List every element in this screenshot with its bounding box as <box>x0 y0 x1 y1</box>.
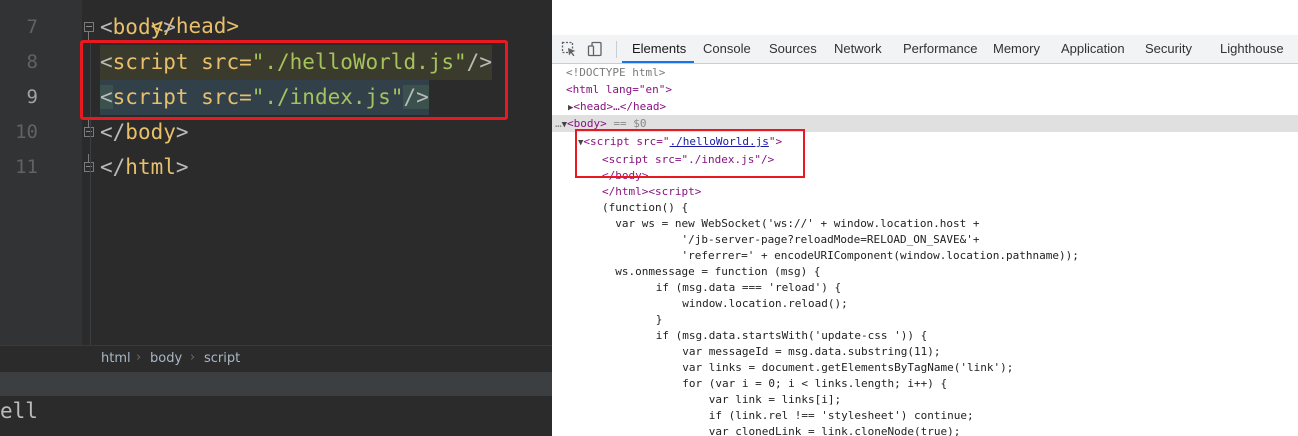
line-number-gutter: 7 8 9 10 11 <box>0 0 82 345</box>
annotation-highlight-box <box>80 40 508 120</box>
script-text-line: var links = document.getElementsByTagNam… <box>616 361 1014 374</box>
tab-network[interactable]: Network <box>834 41 882 56</box>
expand-triangle-icon[interactable]: ▶ <box>552 103 573 113</box>
active-tab-indicator <box>622 61 694 63</box>
script-text-line: if (msg.data.startsWith('update-css ')) … <box>616 329 928 342</box>
tab-console[interactable]: Console <box>703 41 751 56</box>
dom-node[interactable]: ▶<head>…</head> <box>552 98 1298 115</box>
console-output-text: ell <box>0 399 38 423</box>
line-number: 10 <box>15 121 38 143</box>
fold-collapse-icon[interactable] <box>84 22 94 40</box>
script-text-line: (function() { <box>602 201 689 214</box>
breadcrumb-separator: › <box>136 350 142 365</box>
code-line[interactable]: </body> <box>100 115 189 150</box>
dom-node[interactable]: <!DOCTYPE html> <box>552 64 1298 81</box>
annotation-highlight-box <box>575 129 805 178</box>
script-text-line: var ws = new WebSocket('ws://' + window.… <box>602 217 980 230</box>
script-text-line: } <box>616 313 663 326</box>
line-number: 11 <box>15 156 38 178</box>
dom-tree[interactable]: <!DOCTYPE html> <html lang="en"> ▶<head>… <box>552 64 1298 436</box>
devtools-panel: Elements Console Sources Network Perform… <box>552 0 1298 436</box>
script-text-line: 'referrer=' + encodeURIComponent(window.… <box>602 249 1079 262</box>
script-text-line: if (msg.data === 'reload') { <box>616 281 842 294</box>
devtools-tab-bar: Elements Console Sources Network Perform… <box>552 35 1298 64</box>
breadcrumb-item-html[interactable]: html <box>101 351 131 366</box>
breadcrumb-item-body[interactable]: body <box>150 351 182 366</box>
script-text-line: for (var i = 0; i < links.length; i++) { <box>616 377 948 390</box>
fold-collapse-icon[interactable] <box>84 119 94 137</box>
script-text-line: ws.onmessage = function (msg) { <box>602 265 821 278</box>
script-text-line: var link = links[i]; <box>616 393 842 406</box>
line-number-current: 9 <box>26 86 38 108</box>
panel-divider[interactable] <box>0 372 552 396</box>
tab-memory[interactable]: Memory <box>993 41 1040 56</box>
tab-lighthouse[interactable]: Lighthouse <box>1220 41 1284 56</box>
tab-elements[interactable]: Elements <box>632 41 686 56</box>
dom-node[interactable]: <html lang="en"> <box>552 81 1298 98</box>
tab-application[interactable]: Application <box>1061 41 1125 56</box>
fold-collapse-icon[interactable] <box>84 154 94 172</box>
breadcrumb-separator: › <box>190 350 196 365</box>
tab-sources[interactable]: Sources <box>769 41 817 56</box>
line-number: 8 <box>26 51 38 73</box>
toolbar-separator <box>616 41 617 58</box>
script-text-line: var clonedLink = link.cloneNode(true); <box>616 425 961 436</box>
line-number: 7 <box>26 16 38 38</box>
script-text-line: '/jb-server-page?reloadMode=RELOAD_ON_SA… <box>602 233 980 246</box>
breadcrumb: html › body › script <box>0 345 552 373</box>
breadcrumb-item-script[interactable]: script <box>204 351 240 366</box>
run-console-output: ell <box>0 396 552 436</box>
script-text-line: var messageId = msg.data.substring(11); <box>616 345 941 358</box>
script-text-line: window.location.reload(); <box>616 297 848 310</box>
tab-performance[interactable]: Performance <box>903 41 977 56</box>
code-editor[interactable]: 7 8 9 10 11 </head> <body> <script src="… <box>0 0 552 436</box>
tab-security[interactable]: Security <box>1145 41 1192 56</box>
dom-node[interactable]: </html><script> <box>552 183 1298 200</box>
code-line[interactable]: </html> <box>100 150 189 185</box>
inspect-element-icon[interactable] <box>561 41 577 57</box>
page-viewport <box>552 0 1298 35</box>
device-toolbar-icon[interactable] <box>587 41 603 57</box>
script-text-line: if (link.rel !== 'stylesheet') continue; <box>616 409 974 422</box>
